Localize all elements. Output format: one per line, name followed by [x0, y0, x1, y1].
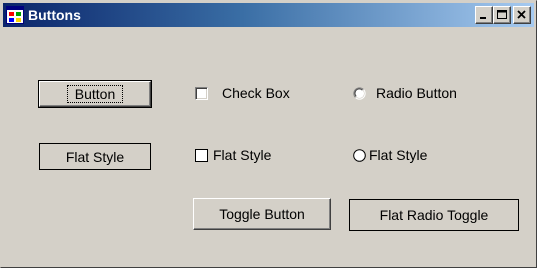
check-box[interactable]: [195, 87, 208, 100]
radio-button[interactable]: [353, 87, 366, 100]
close-button[interactable]: [513, 6, 531, 24]
flat-radio-button[interactable]: [353, 149, 366, 162]
flat-radio-toggle-button[interactable]: Flat Radio Toggle: [349, 199, 519, 231]
toggle-button[interactable]: Toggle Button: [193, 198, 331, 230]
title-bar[interactable]: Buttons: [3, 3, 534, 27]
buttons-window: Buttons Button Check Box Radio Button Fl…: [0, 0, 537, 268]
toggle-button-label: Toggle Button: [219, 206, 305, 222]
flat-check-box-label[interactable]: Flat Style: [213, 147, 271, 163]
minimize-button[interactable]: [475, 6, 493, 24]
flat-style-button-label: Flat Style: [65, 148, 125, 165]
flat-radio-button-label[interactable]: Flat Style: [369, 147, 427, 163]
maximize-button[interactable]: [493, 6, 511, 24]
radio-button-label[interactable]: Radio Button: [376, 85, 457, 101]
check-box-label[interactable]: Check Box: [222, 85, 290, 101]
flat-style-button[interactable]: Flat Style: [39, 143, 151, 170]
maximize-icon: [497, 10, 507, 19]
minimize-icon: [480, 17, 486, 19]
close-icon: [517, 10, 526, 19]
window-title: Buttons: [28, 7, 81, 23]
flat-check-box[interactable]: [195, 149, 208, 162]
button-label: Button: [66, 85, 124, 103]
flat-radio-toggle-label: Flat Radio Toggle: [379, 207, 489, 223]
windows-form-icon: [6, 6, 24, 24]
button[interactable]: Button: [38, 80, 152, 108]
